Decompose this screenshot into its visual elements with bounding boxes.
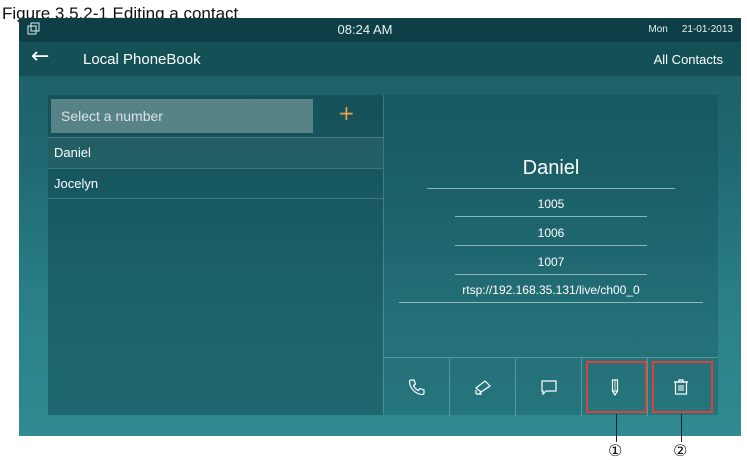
number-search-input[interactable]: Select a number <box>51 99 313 133</box>
edit-icon <box>611 379 619 397</box>
phone-icon <box>408 379 425 396</box>
divider <box>399 302 703 303</box>
callout-number-2: ② <box>673 441 688 460</box>
monitor-button[interactable] <box>450 358 516 416</box>
camera-icon <box>475 380 491 395</box>
divider <box>455 216 647 217</box>
contact-number-1: 1005 <box>537 197 565 211</box>
contact-list: Daniel Jocelyn <box>48 137 383 199</box>
delete-button[interactable] <box>648 358 714 416</box>
status-time: 08:24 AM <box>337 22 393 37</box>
all-contacts-filter[interactable]: All Contacts <box>654 52 723 67</box>
contact-number-2: 1006 <box>537 226 565 240</box>
callout-number-1: ① <box>608 441 623 460</box>
callout-line-edit <box>616 414 617 442</box>
message-icon <box>541 380 557 396</box>
action-bar <box>384 357 718 416</box>
contact-item-jocelyn[interactable]: Jocelyn <box>48 168 383 199</box>
divider <box>455 274 647 275</box>
contact-detail-panel: Daniel 1005 1006 1007 rtsp://192.168.35.… <box>383 95 718 416</box>
call-button[interactable] <box>384 358 450 416</box>
status-day: Mon <box>648 24 668 35</box>
back-arrow-icon[interactable]: ← <box>31 44 49 69</box>
edit-button[interactable] <box>582 358 648 416</box>
status-bar: 08:24 AM Mon 21-01-2013 <box>19 18 741 42</box>
add-contact-icon[interactable]: + <box>338 101 355 125</box>
status-date-value: 21-01-2013 <box>681 24 733 35</box>
page-title: Local PhoneBook <box>83 51 201 68</box>
contact-number-3: 1007 <box>537 255 565 269</box>
status-date: Mon 21-01-2013 <box>648 24 733 35</box>
contact-list-panel: Select a number + Daniel Jocelyn <box>48 95 383 415</box>
contact-item-daniel[interactable]: Daniel <box>48 137 383 168</box>
divider <box>455 245 647 246</box>
delete-icon <box>674 379 688 395</box>
contact-stream-url: rtsp://192.168.35.131/live/ch00_0 <box>462 283 640 297</box>
contact-name: Daniel <box>522 157 580 179</box>
device-screen: 08:24 AM Mon 21-01-2013 ← Local PhoneBook… <box>19 18 741 436</box>
title-bar: ← Local PhoneBook All Contacts <box>19 42 741 76</box>
divider <box>427 188 675 189</box>
callout-line-delete <box>681 414 682 442</box>
message-button[interactable] <box>516 358 582 416</box>
